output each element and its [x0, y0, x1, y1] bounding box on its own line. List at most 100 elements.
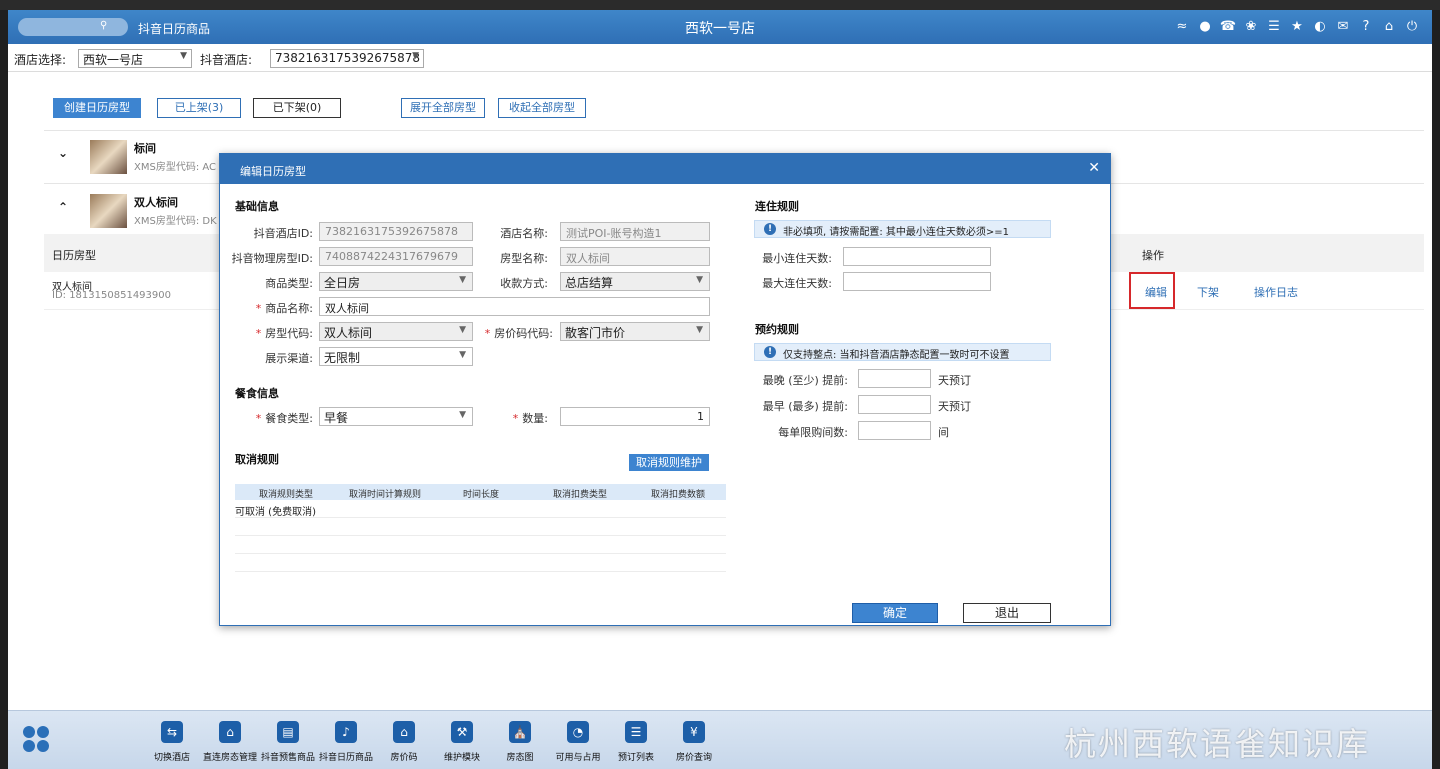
hotel-name-field[interactable]: 测试POI-账号构造1 — [560, 222, 710, 241]
cancel-rules-heading: 取消规则 — [235, 453, 279, 466]
douyin-hotel-label: 抖音酒店: — [200, 53, 253, 67]
taskbar-label: 切换酒店 — [153, 753, 190, 763]
limit-per-order-field[interactable] — [858, 421, 931, 440]
booking-notice: ! 仅支持整点: 当和抖音酒店静态配置一致时可不设置 — [754, 343, 1051, 361]
create-room-button[interactable]: 创建日历房型 — [53, 98, 141, 118]
home-icon[interactable]: ⌂ — [1381, 18, 1397, 34]
douyin-room-id-field[interactable]: 7408874224317679679 — [319, 247, 473, 266]
contrast-icon[interactable]: ◐ — [1312, 18, 1328, 34]
room-name: 标间 — [134, 142, 156, 155]
palette-icon[interactable]: ❀ — [1243, 18, 1259, 34]
hotel-select[interactable]: 西软一号店 ▼ — [78, 49, 192, 68]
power-icon[interactable]: ⏻ — [1404, 18, 1420, 34]
product-name-field[interactable]: 双人标间 — [319, 297, 710, 316]
taskbar-direct-room-status[interactable]: ⌂ 直连房态管理 — [200, 721, 260, 763]
cancel-col-duration: 时间长度 — [463, 490, 500, 500]
home-icon: ⌂ — [393, 721, 415, 743]
limit-per-order-label: 每单限购间数: — [778, 426, 848, 439]
chevron-down-icon[interactable]: ⌄ — [58, 146, 68, 160]
room-name-field[interactable]: 双人标间 — [560, 247, 710, 266]
table-row — [235, 554, 726, 572]
taskbar-switch-hotel[interactable]: ⇆ 切换酒店 — [142, 721, 202, 763]
os-top-strip — [0, 0, 1440, 10]
close-icon[interactable]: ✕ — [1088, 160, 1100, 176]
chevron-down-icon: ▼ — [459, 275, 466, 285]
filter-bar: 酒店选择: 西软一号店 ▼ 抖音酒店: 7382163175392675878 … — [8, 44, 1432, 72]
exit-button[interactable]: 退出 — [963, 603, 1051, 623]
rate-code-select[interactable]: 散客门市价 ▼ — [560, 322, 710, 341]
limit-per-order-unit: 间 — [938, 426, 949, 439]
confirm-button[interactable]: 确定 — [852, 603, 938, 623]
min-stay-field[interactable] — [843, 247, 991, 266]
chevron-up-icon[interactable]: ⌃ — [58, 200, 68, 214]
latest-advance-field[interactable] — [858, 369, 931, 388]
earliest-advance-field[interactable] — [858, 395, 931, 414]
wifi-icon[interactable]: ≈ — [1174, 18, 1190, 34]
help-icon[interactable]: ? — [1358, 18, 1374, 34]
phone-icon[interactable]: ☎ — [1220, 18, 1236, 34]
cancel-rules-table-header: 取消规则类型 取消时间计算规则 时间长度 取消扣费类型 取消扣费数额 — [235, 484, 726, 500]
house-icon: ⌂ — [219, 721, 241, 743]
channel-label: 展示渠道: — [265, 352, 313, 365]
earliest-advance-unit: 天预订 — [938, 400, 971, 413]
taskbar-label: 抖音预售商品 — [260, 753, 315, 763]
menu-icon[interactable]: ☰ — [1266, 18, 1282, 34]
delist-link[interactable]: 下架 — [1197, 284, 1219, 300]
cancel-col-time-rule: 取消时间计算规则 — [349, 490, 422, 500]
product-type-select[interactable]: 全日房 ▼ — [319, 272, 473, 291]
room-thumbnail — [90, 140, 127, 174]
col-actions: 操作 — [1142, 249, 1164, 262]
table-row[interactable]: 可取消 (免费取消) — [235, 500, 726, 518]
chevron-down-icon: ▼ — [696, 275, 703, 285]
douyin-hotel-select[interactable]: 7382163175392675878 ▼ — [270, 49, 424, 68]
taskbar-booking-list[interactable]: ☰ 预订列表 — [606, 721, 666, 763]
pie-icon: ◔ — [567, 721, 589, 743]
wrench-icon: ⚒ — [451, 721, 473, 743]
meal-type-select[interactable]: 早餐 ▼ — [319, 407, 473, 426]
taskbar-label: 维护模块 — [443, 753, 480, 763]
ticket-icon: ▤ — [277, 721, 299, 743]
room-thumbnail — [90, 194, 127, 228]
chat-icon[interactable]: ● — [1197, 18, 1213, 34]
unlisted-filter-button[interactable]: 已下架(0) — [253, 98, 341, 118]
stay-rules-heading: 连住规则 — [755, 200, 799, 213]
douyin-hotel-value: 7382163175392675878 — [275, 51, 421, 65]
room-code-select[interactable]: 双人标间 ▼ — [319, 322, 473, 341]
taskbar-douyin-calendar[interactable]: ♪ 抖音日历商品 — [316, 721, 376, 763]
bottom-taskbar: ⇆ 切换酒店 ⌂ 直连房态管理 ▤ 抖音预售商品 ♪ 抖音日历商品 ⌂ 房价码 … — [8, 710, 1432, 769]
expand-all-button[interactable]: 展开全部房型 — [401, 98, 485, 118]
payment-select[interactable]: 总店结算 ▼ — [560, 272, 710, 291]
meal-type-label: * 餐食类型: — [255, 412, 313, 425]
taskbar-room-map[interactable]: ⛪ 房态图 — [490, 721, 550, 763]
taskbar-label: 可用与占用 — [555, 753, 601, 763]
tiktok-icon: ♪ — [335, 721, 357, 743]
taskbar-availability[interactable]: ◔ 可用与占用 — [548, 721, 608, 763]
basic-info-heading: 基础信息 — [235, 200, 279, 213]
cancel-rule-maintain-button[interactable]: 取消规则维护 — [629, 454, 709, 471]
douyin-hotel-id-field[interactable]: 7382163175392675878 — [319, 222, 473, 241]
taskbar-price-query[interactable]: ¥ 房价查询 — [664, 721, 724, 763]
max-stay-field[interactable] — [843, 272, 991, 291]
taskbar-maintenance[interactable]: ⚒ 维护模块 — [432, 721, 492, 763]
taskbar-douyin-presale[interactable]: ▤ 抖音预售商品 — [258, 721, 318, 763]
channel-value: 无限制 — [324, 351, 361, 365]
taskbar-rate-code[interactable]: ⌂ 房价码 — [374, 721, 434, 763]
cancel-col-fee-amount: 取消扣费数额 — [651, 490, 706, 500]
watermark: 杭州西软语雀知识库 — [1064, 725, 1371, 763]
taskbar-label: 抖音日历商品 — [318, 753, 373, 763]
operation-log-link[interactable]: 操作日志 — [1254, 284, 1298, 300]
meal-qty-field[interactable]: 1 — [560, 407, 710, 426]
collapse-all-button[interactable]: 收起全部房型 — [498, 98, 586, 118]
taskbar-label: 房价码 — [390, 753, 418, 763]
divider — [44, 130, 1424, 131]
room-name: 双人标间 — [134, 196, 178, 209]
listed-filter-button[interactable]: 已上架(3) — [157, 98, 241, 118]
title-toolbar: ≈ ● ☎ ❀ ☰ ★ ◐ ✉ ? ⌂ ⏻ — [1174, 18, 1420, 34]
switch-icon: ⇆ — [161, 721, 183, 743]
channel-select[interactable]: 无限制 ▼ — [319, 347, 473, 366]
room-code: XMS房型代码: AC — [134, 162, 217, 173]
star-icon[interactable]: ★ — [1289, 18, 1305, 34]
mail-icon[interactable]: ✉ — [1335, 18, 1351, 34]
app-menu-icon[interactable] — [22, 725, 50, 753]
meal-info-heading: 餐食信息 — [235, 387, 279, 400]
